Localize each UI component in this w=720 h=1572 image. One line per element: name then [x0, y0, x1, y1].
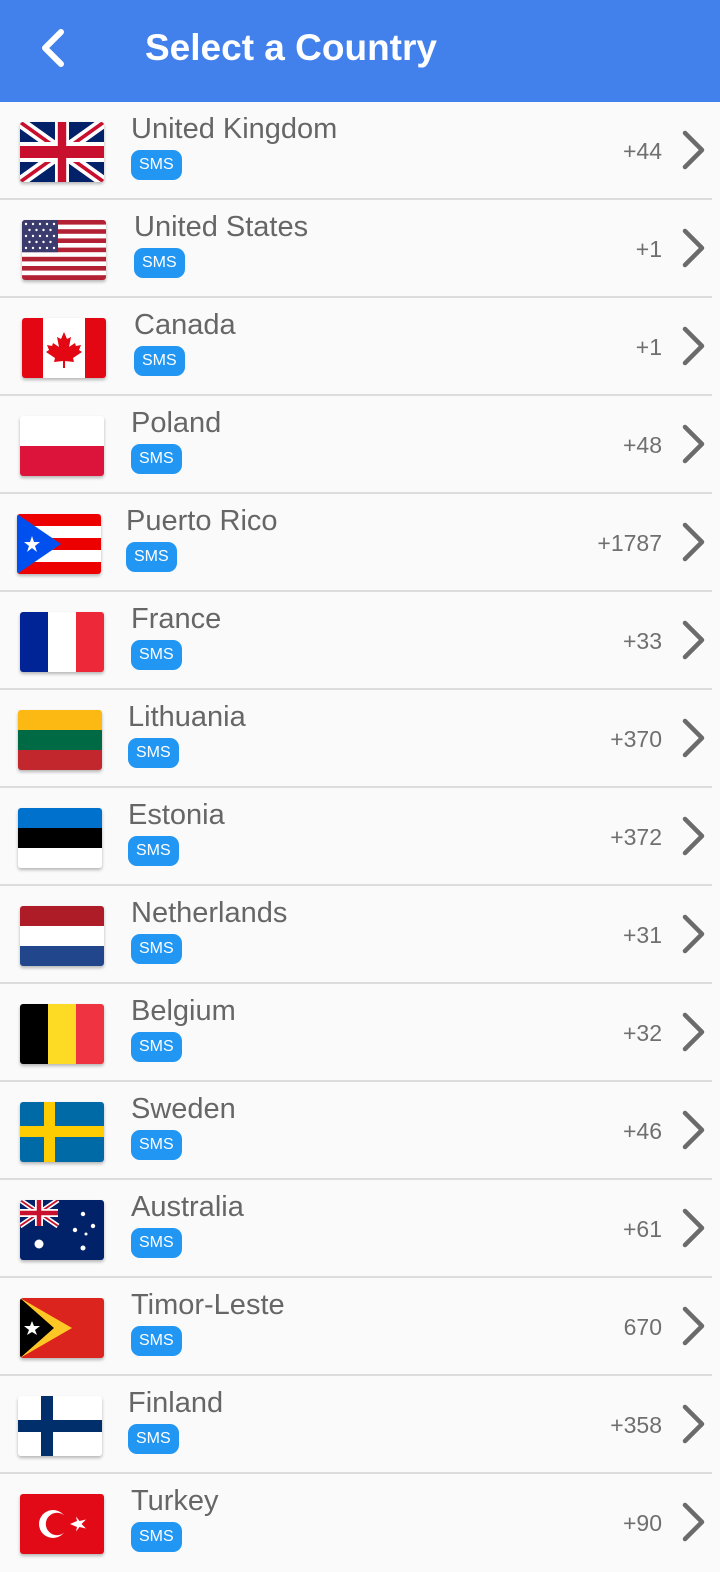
country-name: Estonia [128, 799, 225, 831]
sms-badge: SMS [131, 1032, 182, 1062]
chevron-right-icon [682, 620, 705, 660]
country-row-sweden[interactable]: Sweden SMS +46 [0, 1082, 712, 1180]
chevron-right-icon [682, 816, 705, 856]
country-name: Canada [134, 309, 236, 341]
dial-code: +44 [622, 138, 662, 164]
country-name: Netherlands [131, 897, 288, 929]
country-name: United States [134, 211, 309, 243]
country-name: Timor-Leste [131, 1289, 285, 1321]
dial-code: 670 [623, 1314, 662, 1340]
country-name: Belgium [131, 995, 236, 1027]
sweden-flag-icon [20, 1102, 104, 1162]
country-row-puerto-rico[interactable]: Puerto Rico SMS +1787 [0, 494, 712, 592]
netherlands-flag-icon [20, 906, 104, 966]
dial-code: +1 [635, 334, 662, 360]
poland-flag-icon [20, 416, 104, 476]
country-name: Puerto Rico [126, 505, 278, 537]
timor-leste-flag-icon [20, 1298, 104, 1358]
sms-badge: SMS [131, 1326, 182, 1356]
country-name: Sweden [131, 1093, 236, 1125]
sms-badge: SMS [131, 1228, 182, 1258]
chevron-right-icon [682, 1306, 705, 1346]
country-row-united-kingdom[interactable]: United Kingdom SMS +44 [0, 102, 712, 200]
country-name: Turkey [131, 1485, 219, 1517]
chevron-right-icon [682, 130, 705, 170]
country-row-france[interactable]: France SMS +33 [0, 592, 712, 690]
country-name: France [131, 603, 222, 635]
sms-badge: SMS [131, 640, 182, 670]
dial-code: +372 [610, 824, 662, 850]
sms-badge: SMS [134, 346, 185, 376]
dial-code: +1787 [597, 530, 662, 556]
sms-badge: SMS [131, 150, 182, 180]
chevron-right-icon [682, 1502, 705, 1542]
turkey-flag-icon [20, 1494, 104, 1554]
sms-badge: SMS [131, 1130, 182, 1160]
chevron-right-icon [682, 522, 705, 562]
lithuania-flag-icon [18, 710, 102, 770]
chevron-right-icon [682, 1110, 705, 1150]
dial-code: +358 [610, 1412, 662, 1438]
chevron-right-icon [682, 424, 705, 464]
finland-flag-icon [18, 1396, 102, 1456]
sms-badge: SMS [131, 1522, 182, 1552]
chevron-right-icon [682, 1012, 705, 1052]
sms-badge: SMS [128, 738, 179, 768]
puerto-rico-flag-icon [17, 514, 101, 574]
dial-code: +61 [622, 1216, 662, 1242]
country-name: Lithuania [128, 701, 246, 733]
chevron-right-icon [682, 914, 705, 954]
country-name: Poland [131, 407, 222, 439]
country-row-estonia[interactable]: Estonia SMS +372 [0, 788, 712, 886]
country-name: Finland [128, 1387, 224, 1419]
app-header: Select a Country [0, 0, 720, 102]
country-row-finland[interactable]: Finland SMS +358 [0, 1376, 712, 1474]
country-name: Australia [131, 1191, 244, 1223]
back-arrow-icon [42, 29, 64, 67]
dial-code: +32 [622, 1020, 662, 1046]
country-list: United Kingdom SMS +44 United States SMS… [0, 102, 720, 1572]
chevron-right-icon [682, 1208, 705, 1248]
dial-code: +31 [622, 922, 662, 948]
country-row-timor-leste[interactable]: Timor-Leste SMS 670 [0, 1278, 712, 1376]
uk-flag-icon [20, 122, 104, 182]
chevron-right-icon [682, 228, 705, 268]
australia-flag-icon [20, 1200, 104, 1260]
sms-badge: SMS [131, 444, 182, 474]
country-row-belgium[interactable]: Belgium SMS +32 [0, 984, 712, 1082]
chevron-right-icon [682, 718, 705, 758]
country-row-australia[interactable]: Australia SMS +61 [0, 1180, 712, 1278]
dial-code: +48 [622, 432, 662, 458]
country-row-canada[interactable]: Canada SMS +1 [0, 298, 712, 396]
france-flag-icon [20, 612, 104, 672]
country-row-lithuania[interactable]: Lithuania SMS +370 [0, 690, 712, 788]
chevron-right-icon [682, 326, 705, 366]
sms-badge: SMS [128, 1424, 179, 1454]
dial-code: +33 [622, 628, 662, 654]
country-row-united-states[interactable]: United States SMS +1 [0, 200, 712, 298]
country-row-turkey[interactable]: Turkey SMS +90 [0, 1474, 712, 1572]
back-button[interactable] [22, 22, 86, 74]
page-title: Select a Country [145, 27, 437, 68]
dial-code: +90 [622, 1510, 662, 1536]
sms-badge: SMS [126, 542, 177, 572]
sms-badge: SMS [128, 836, 179, 866]
sms-badge: SMS [131, 934, 182, 964]
dial-code: +370 [610, 726, 662, 752]
estonia-flag-icon [18, 808, 102, 868]
us-flag-icon [22, 220, 106, 280]
dial-code: +46 [622, 1118, 662, 1144]
chevron-right-icon [682, 1404, 705, 1444]
dial-code: +1 [635, 236, 662, 262]
sms-badge: SMS [134, 248, 185, 278]
belgium-flag-icon [20, 1004, 104, 1064]
canada-flag-icon [22, 318, 106, 378]
country-name: United Kingdom [131, 113, 338, 145]
country-row-netherlands[interactable]: Netherlands SMS +31 [0, 886, 712, 984]
country-row-poland[interactable]: Poland SMS +48 [0, 396, 712, 494]
